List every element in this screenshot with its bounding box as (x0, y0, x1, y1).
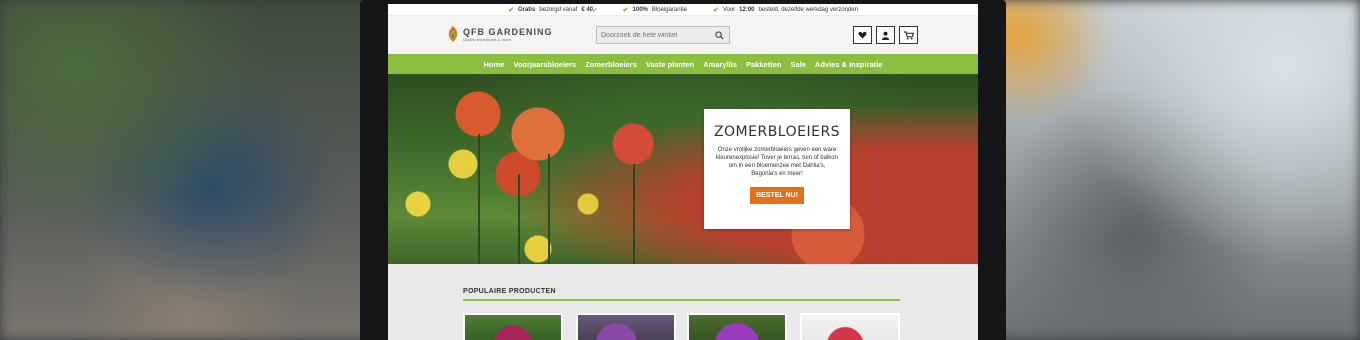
product-image (578, 315, 674, 340)
account-button[interactable] (876, 26, 895, 44)
usp-label: Bloeigarantie (651, 6, 687, 13)
usp-label: € 40,- (581, 6, 597, 13)
user-icon (881, 31, 890, 40)
nav-item-home[interactable]: Home (484, 60, 505, 69)
monitor: ✔ Gratis bezorgd vanaf € 40,- ✔ 100% Blo… (360, 0, 1006, 340)
logo[interactable]: QFB GARDENING Quality flowerbulbs & more (446, 25, 553, 43)
promo-text: Onze vrolijke zomerbloeiers geven een wa… (716, 147, 838, 177)
nav-item-voorjaarsbloeiers[interactable]: Voorjaarsbloeiers (513, 60, 576, 69)
order-now-button[interactable]: BESTEL NU! (750, 187, 804, 204)
check-icon: ✔ (622, 6, 629, 14)
product-card[interactable] (800, 313, 900, 340)
usp-bar: ✔ Gratis bezorgd vanaf € 40,- ✔ 100% Blo… (388, 4, 978, 16)
usp-label: besteld, dezelfde werkdag verzonden (758, 6, 858, 13)
usp-label: bezorgd vanaf (539, 6, 578, 13)
main-nav: Home Voorjaarsbloeiers Zomerbloeiers Vas… (388, 54, 978, 74)
site-header: QFB GARDENING Quality flowerbulbs & more (388, 16, 978, 54)
product-image (802, 315, 898, 340)
product-card[interactable] (576, 313, 676, 340)
product-image (465, 315, 561, 340)
website-screen: ✔ Gratis bezorgd vanaf € 40,- ✔ 100% Blo… (388, 4, 978, 340)
cart-button[interactable] (899, 26, 918, 44)
product-image (689, 315, 785, 340)
flower-stem (518, 174, 520, 264)
logo-mark-icon (448, 26, 458, 42)
usp-label: 100% (632, 6, 648, 13)
promo-box: ZOMERBLOEIERS Onze vrolijke zomerbloeier… (704, 109, 850, 229)
heart-icon (858, 31, 867, 39)
nav-item-zomerbloeiers[interactable]: Zomerbloeiers (585, 60, 637, 69)
promo-title: ZOMERBLOEIERS (713, 124, 841, 140)
check-icon: ✔ (712, 6, 719, 14)
popular-products-section: POPULAIRE PRODUCTEN (388, 264, 978, 340)
section-title: POPULAIRE PRODUCTEN (463, 288, 556, 295)
nav-item-vaste-planten[interactable]: Vaste planten (646, 60, 694, 69)
hero-banner[interactable]: ZOMERBLOEIERS Onze vrolijke zomerbloeier… (388, 74, 978, 264)
logo-tagline: Quality flowerbulbs & more (463, 36, 511, 42)
background-right (980, 0, 1360, 340)
flower-stem (478, 134, 480, 264)
usp-guarantee: ✔ 100% Bloeigarantie (623, 6, 687, 14)
search-icon[interactable] (713, 29, 725, 41)
usp-label: 12:00 (739, 6, 755, 13)
usp-shipping: ✔ Voor 12:00 besteld, dezelfde werkdag v… (713, 6, 858, 14)
usp-free-delivery: ✔ Gratis bezorgd vanaf € 40,- (508, 6, 597, 14)
header-actions (853, 26, 918, 44)
nav-item-sale[interactable]: Sale (790, 60, 805, 69)
flower-stem (548, 154, 550, 264)
logo-name: QFB GARDENING (463, 26, 553, 37)
nav-item-pakketten[interactable]: Pakketten (746, 60, 781, 69)
flower-stem (633, 164, 635, 264)
section-divider (463, 299, 900, 301)
check-icon: ✔ (508, 6, 514, 14)
product-card[interactable] (687, 313, 787, 340)
search-input[interactable] (601, 31, 713, 39)
cart-icon (903, 30, 914, 40)
search-box (596, 26, 730, 44)
nav-item-amaryllis[interactable]: Amaryllis (703, 60, 737, 69)
usp-label: Gratis (517, 6, 536, 13)
background-left (0, 0, 380, 340)
usp-label: Voor (722, 6, 736, 13)
nav-item-advies-inspiratie[interactable]: Advies & Inspiratie (815, 60, 883, 69)
product-card[interactable] (463, 313, 563, 340)
wishlist-button[interactable] (853, 26, 872, 44)
